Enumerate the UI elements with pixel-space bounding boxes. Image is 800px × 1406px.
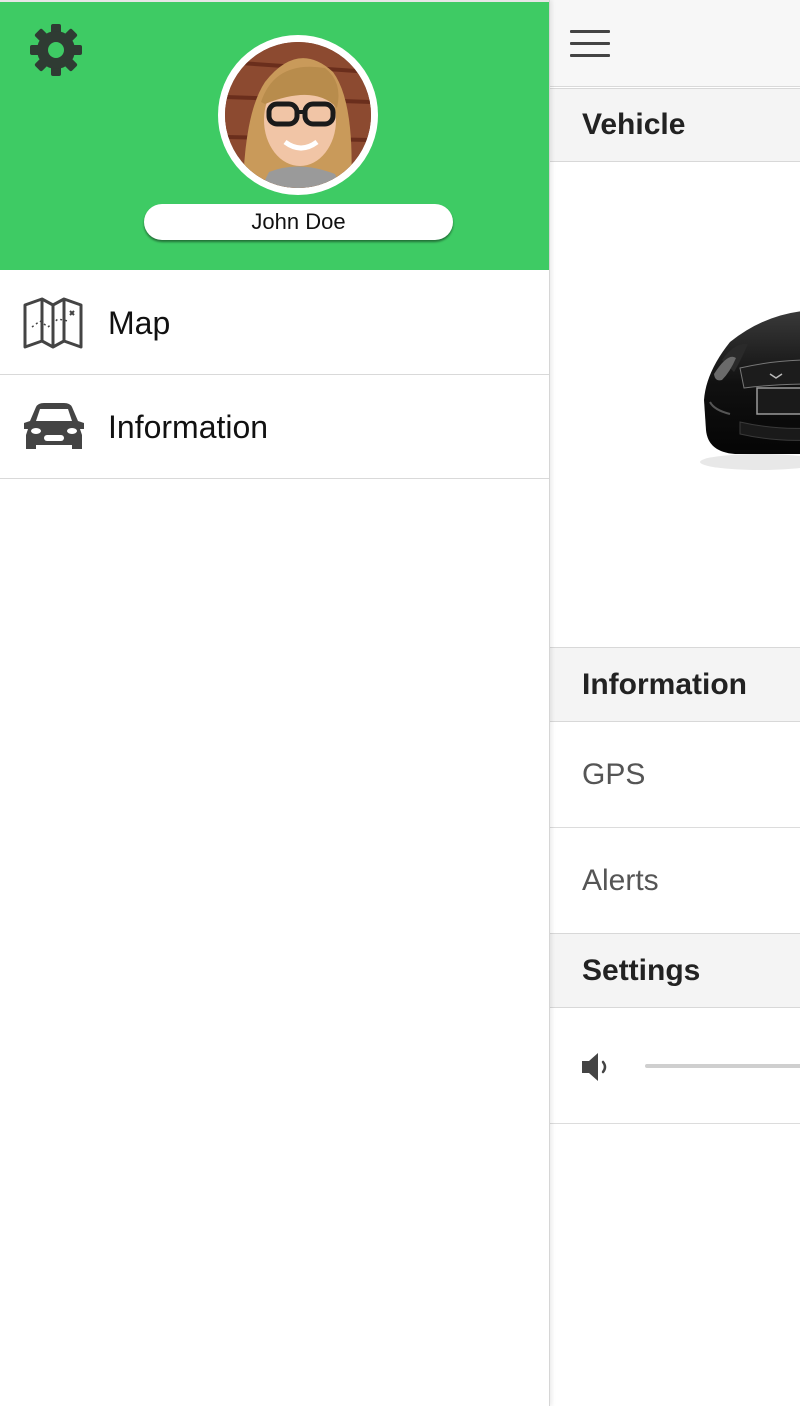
list-item-alerts[interactable]: Alerts	[550, 828, 800, 933]
main-panel: Vehicle Information GPS Alerts Settings	[550, 0, 800, 1406]
avatar-photo	[225, 42, 371, 188]
nav-item-label: Information	[108, 409, 269, 445]
section-header-settings: Settings	[550, 933, 800, 1008]
user-name-label[interactable]: John Doe	[144, 204, 453, 240]
section-header-information: Information	[550, 647, 800, 722]
avatar[interactable]	[218, 35, 378, 195]
car-icon	[24, 403, 84, 449]
volume-setting-row	[550, 1008, 800, 1124]
section-header-vehicle: Vehicle	[550, 88, 800, 162]
vehicle-image	[700, 311, 800, 470]
side-drawer: John Doe Map Information	[0, 0, 550, 1406]
gear-icon[interactable]	[28, 22, 84, 78]
nav-item-label: Map	[108, 305, 171, 341]
list-item-gps[interactable]: GPS	[550, 722, 800, 828]
drawer-header: John Doe	[0, 0, 549, 270]
volume-slider[interactable]	[645, 1064, 800, 1068]
map-icon	[23, 297, 83, 349]
vehicle-image-area	[550, 162, 800, 647]
hamburger-menu-icon[interactable]	[570, 28, 610, 60]
app-screen: Vehicle Information GPS Alerts Settings …	[0, 0, 800, 1406]
nav-item-information[interactable]: Information	[0, 375, 549, 479]
nav-item-map[interactable]: Map	[0, 271, 549, 375]
top-bar	[550, 0, 800, 87]
volume-icon	[582, 1053, 607, 1081]
